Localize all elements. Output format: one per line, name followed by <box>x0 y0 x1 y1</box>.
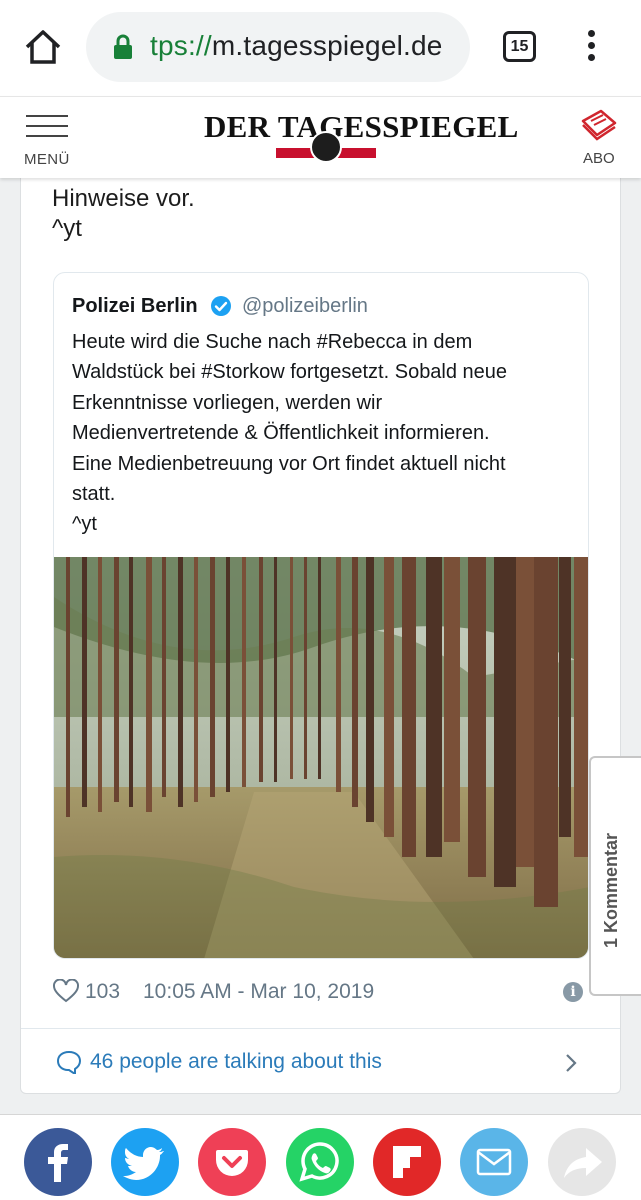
tree-trunk <box>259 557 263 782</box>
tree-trunk <box>114 557 119 802</box>
tree-trunk <box>129 557 133 807</box>
tree-trunk <box>82 557 87 807</box>
tree-trunk <box>178 557 183 807</box>
conversation-text: 46 people are talking about this <box>90 1050 382 1073</box>
tree-trunk <box>210 557 215 797</box>
twitter-share-button[interactable] <box>111 1128 179 1196</box>
tweet-timestamp[interactable]: 10:05 AM - Mar 10, 2019 <box>143 980 374 1004</box>
globe-icon <box>310 131 342 163</box>
quoted-text-line: Eine Medienbetreuung vor Ort findet aktu… <box>72 452 506 475</box>
facebook-share-button[interactable] <box>24 1128 92 1196</box>
tree-trunk <box>162 557 166 797</box>
verified-badge-icon <box>211 296 231 316</box>
tree-trunk <box>559 557 571 837</box>
more-share-button[interactable] <box>548 1128 616 1196</box>
tree-trunk <box>468 557 486 877</box>
more-vert-icon[interactable] <box>580 28 602 68</box>
divider <box>21 1028 620 1029</box>
quoted-author-name[interactable]: Polizei Berlin <box>72 295 198 318</box>
pocket-share-button[interactable] <box>198 1128 266 1196</box>
email-share-button[interactable] <box>460 1128 528 1196</box>
info-icon[interactable]: i <box>563 982 583 1002</box>
home-icon[interactable] <box>22 26 64 68</box>
tree-trunk <box>66 557 70 817</box>
tree-trunk <box>146 557 152 812</box>
whatsapp-share-button[interactable] <box>286 1128 354 1196</box>
site-header: MENÜ DER TAGESSPIEGEL <box>0 96 641 178</box>
tree-trunk <box>444 557 460 842</box>
chevron-right-icon <box>566 1054 577 1072</box>
tree-trunk <box>242 557 246 787</box>
tree-trunk <box>226 557 230 792</box>
browser-toolbar: tps://m.tagesspiegel.de 15 <box>0 0 641 96</box>
forest-photo[interactable] <box>54 557 589 959</box>
quoted-author-handle[interactable]: @polizeiberlin <box>242 295 368 318</box>
tweet-stats: 103 10:05 AM - Mar 10, 2019 i <box>53 972 589 1012</box>
tree-trunk <box>366 557 374 822</box>
url-text[interactable]: tps://m.tagesspiegel.de <box>150 30 443 62</box>
tree-trunk <box>194 557 198 802</box>
tree-trunk <box>290 557 293 779</box>
tweet-text: Hinweise vor. ^yt <box>52 184 195 244</box>
tree-trunk <box>494 557 516 887</box>
quoted-text-line: statt. <box>72 483 116 506</box>
tree-trunk <box>352 557 358 807</box>
url-host: m.tagesspiegel.de <box>211 30 443 61</box>
tree-trunk <box>98 557 102 812</box>
abo-label[interactable]: ABO <box>583 150 615 167</box>
tree-trunk <box>534 557 558 907</box>
quoted-text-line: Erkenntnisse vorliegen, werden wir <box>72 391 383 414</box>
menu-label[interactable]: MENÜ <box>24 151 70 168</box>
lock-icon <box>114 34 132 59</box>
tree-trunk <box>574 557 588 857</box>
quoted-text-line: Medienvertretende & Öffentlichkeit infor… <box>72 422 490 445</box>
tree-trunk <box>402 557 416 857</box>
tree-trunk <box>516 557 536 867</box>
abo-newspaper-icon[interactable] <box>579 107 619 141</box>
like-count[interactable]: 103 <box>85 980 120 1004</box>
tree-trunk <box>304 557 307 779</box>
comments-tab[interactable]: 1 Kommentar <box>589 756 641 996</box>
tree-trunk <box>336 557 341 792</box>
tree-trunk <box>318 557 321 779</box>
share-bar <box>0 1114 641 1200</box>
quoted-tweet-text: Heute wird die Suche nach #Rebecca in de… <box>72 327 572 540</box>
comments-tab-label: 1 Kommentar <box>601 832 621 948</box>
conversation-link[interactable]: 46 people are talking about this <box>56 1048 586 1078</box>
tweet-text-line: Hinweise vor. <box>52 185 195 212</box>
quoted-text-line: Heute wird die Suche nach #Rebecca in de… <box>72 331 473 353</box>
tab-switcher-button[interactable]: 15 <box>503 31 536 62</box>
tweet-text-line: ^yt <box>52 215 82 242</box>
heart-icon[interactable] <box>53 979 79 1003</box>
tree-trunk <box>274 557 277 782</box>
url-scheme: tps:// <box>150 30 212 61</box>
quoted-text-line: Waldstück bei #Storkow fortgesetzt. Soba… <box>72 361 508 384</box>
quoted-text-line: ^yt <box>72 513 97 536</box>
hamburger-menu-icon[interactable] <box>26 115 68 139</box>
site-logo[interactable]: DER TAGESSPIEGEL <box>204 109 518 165</box>
quoted-tweet[interactable]: Polizei Berlin @polizeiberlin Heute wird… <box>53 272 589 959</box>
tree-trunk <box>426 557 442 857</box>
tree-trunk <box>384 557 394 837</box>
speech-bubble-icon <box>56 1050 82 1074</box>
flipboard-share-button[interactable] <box>373 1128 441 1196</box>
